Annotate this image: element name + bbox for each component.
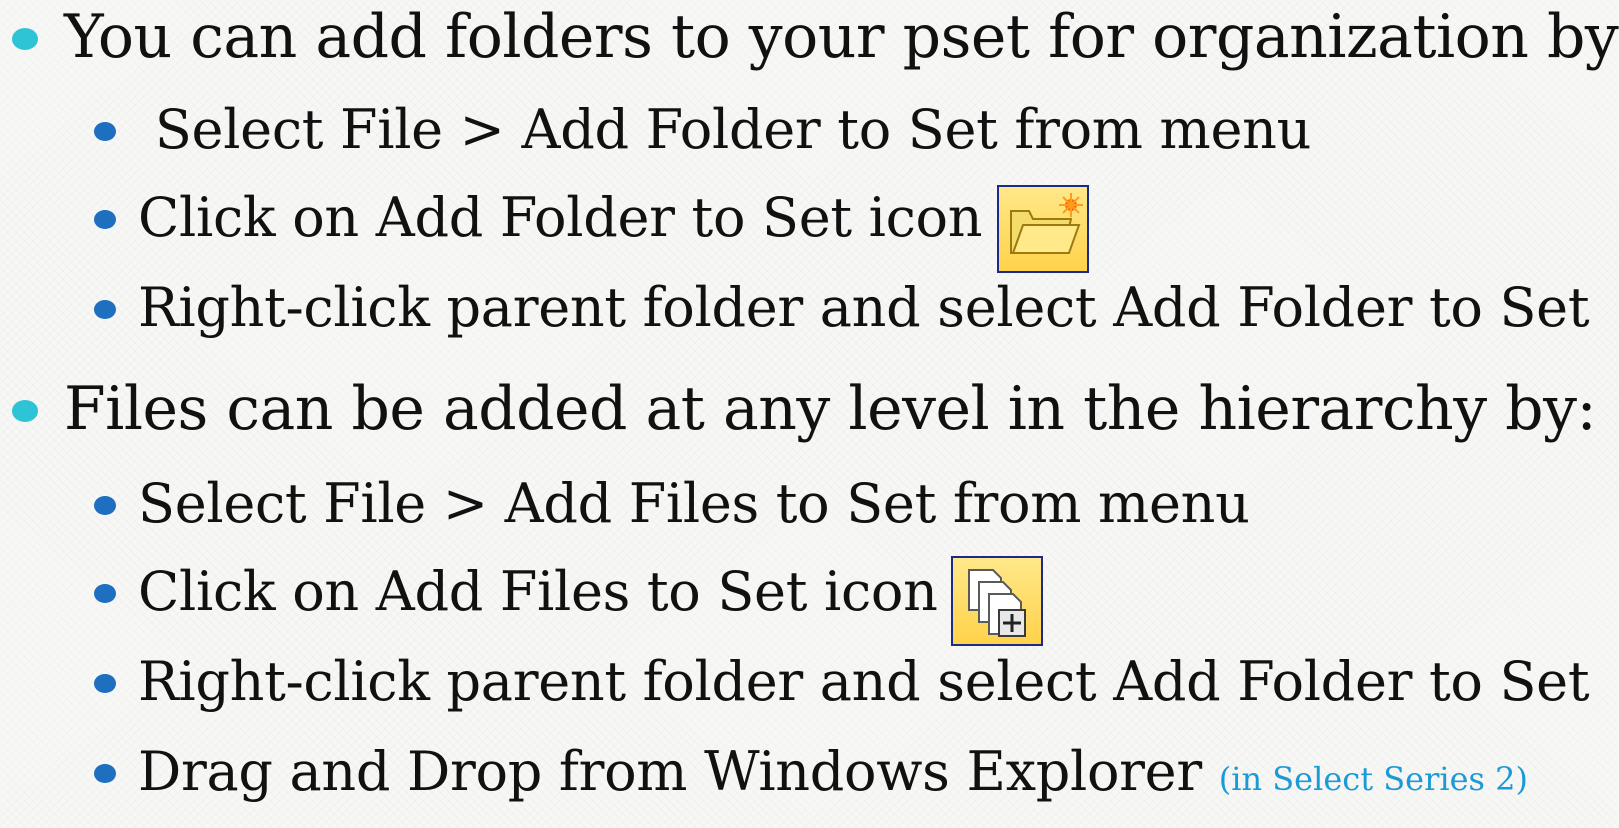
bullet-icon — [12, 28, 38, 50]
heading-text: Files can be added at any level in the h… — [64, 374, 1597, 444]
bullet-icon — [94, 674, 116, 693]
bullet-icon — [12, 400, 38, 422]
item-text: Select File > Add Folder to Set from men… — [138, 98, 1312, 161]
add-files-to-set-icon[interactable] — [951, 556, 1043, 646]
heading-text: You can add folders to your pset for org… — [64, 2, 1619, 72]
add-folder-to-set-icon[interactable] — [997, 185, 1089, 273]
bullet-icon — [94, 300, 116, 319]
item-text: Click on Add Folder to Set icon — [138, 186, 983, 249]
item-text: Right-click parent folder and select Add… — [138, 276, 1590, 339]
item-text: Select File > Add Files to Set from menu — [138, 472, 1250, 535]
bullet-icon — [94, 764, 116, 783]
bullet-icon — [94, 584, 116, 603]
item-line: Drag and Drop from Windows Explorer (in … — [138, 740, 1528, 803]
item-text: Drag and Drop from Windows Explorer — [138, 740, 1219, 803]
slide: You can add folders to your pset for org… — [0, 0, 1619, 828]
bullet-icon — [94, 210, 116, 229]
item-text: Right-click parent folder and select Add… — [138, 650, 1590, 713]
series-note: (in Select Series 2) — [1218, 760, 1528, 798]
item-text: Click on Add Files to Set icon — [138, 560, 938, 623]
bullet-icon — [94, 122, 116, 141]
bullet-icon — [94, 496, 116, 515]
